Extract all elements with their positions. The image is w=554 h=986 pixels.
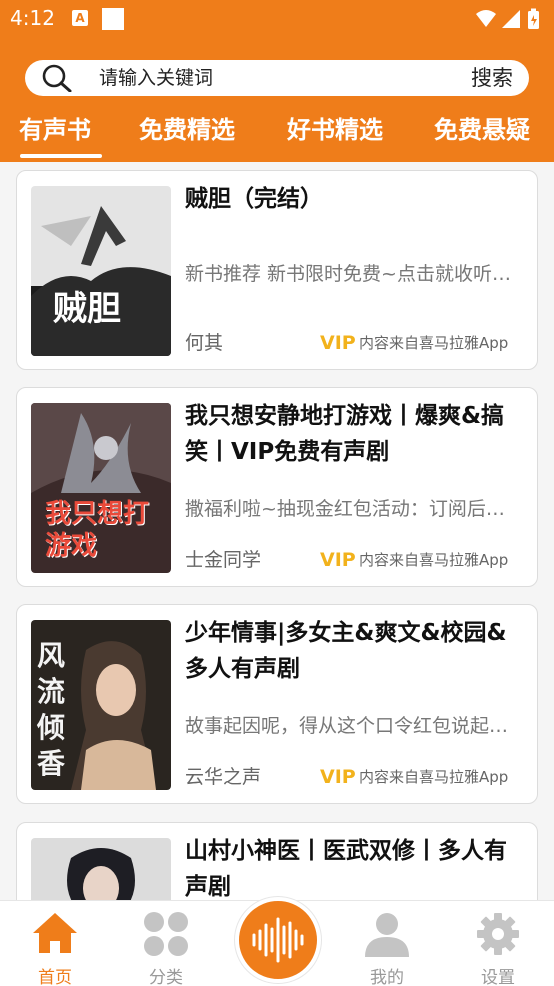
book-title: 山村小神医丨医武双修丨多人有声剧 — [185, 838, 507, 900]
vip-badge: VIP — [320, 766, 356, 788]
vip-badge: VIP — [320, 549, 356, 571]
book-description: 撒福利啦~抽现金红包活动：订阅后即可参与 — [185, 498, 515, 520]
search-bar[interactable]: 搜索 — [25, 60, 529, 96]
book-card[interactable]: 风流倾香 少年情事|多女主&爽文&校园&多人有声剧 故事起因呢，得从这个口令红包… — [16, 604, 538, 804]
status-bar: 4:12 A — [0, 0, 554, 40]
active-tab-indicator — [20, 154, 102, 158]
cover-title: 风流倾香 — [37, 639, 66, 780]
book-card[interactable]: 我只想打游戏 我只想安静地打游戏丨爆爽&搞笑丨VIP免费有声剧 撒福利啦~抽现金… — [16, 387, 538, 587]
content-source: 内容来自喜马拉雅App — [359, 551, 509, 569]
app-header: 4:12 A 搜索 有声书 免费精选 好书精选 免费悬疑 — [0, 0, 554, 162]
book-card[interactable]: 山村小神医丨医武双修丨多人有声剧 — [16, 822, 538, 900]
signal-icon — [502, 10, 520, 28]
book-author: 云华之声 — [185, 766, 262, 788]
book-cover: 我只想打游戏 — [31, 403, 171, 573]
status-time: 4:12 — [10, 6, 55, 30]
content-source: 内容来自喜马拉雅App — [359, 334, 509, 352]
book-title: 少年情事|多女主&爽文&校园&多人有声剧 — [185, 620, 507, 682]
content-source: 内容来自喜马拉雅App — [359, 768, 509, 786]
book-description: 新书推荐 新书限时免费~点击就收听，快来看看吧 — [185, 263, 515, 285]
vip-badge: VIP — [320, 332, 356, 354]
book-description: 故事起因呢，得从这个口令红包说起… — [185, 715, 509, 737]
book-title: 我只想安静地打游戏丨爆爽&搞笑丨VIP免费有声剧 — [185, 403, 505, 465]
notification-a-icon: A — [72, 10, 88, 26]
search-input[interactable] — [99, 63, 419, 93]
nav-category-label: 分类 — [149, 968, 183, 986]
tab-free-suspense[interactable]: 免费悬疑 — [434, 110, 530, 145]
book-list[interactable]: 贼胆 贼胆（完结） 新书推荐 新书限时免费~点击就收听，快来看看吧 何其 VIP… — [0, 162, 554, 900]
cover-title: 贼胆 — [53, 289, 121, 329]
book-cover: 贼胆 — [31, 186, 171, 356]
wifi-icon — [476, 10, 496, 27]
bottom-nav: 首页 分类 我的 设置 — [0, 897, 554, 986]
category-tabs: 有声书 免费精选 好书精选 免费悬疑 — [0, 104, 554, 162]
nav-settings[interactable]: 设置 — [448, 901, 548, 986]
notification-square-icon — [102, 8, 124, 30]
nav-home-label: 首页 — [38, 968, 72, 986]
nav-mine[interactable]: 我的 — [337, 901, 437, 986]
tab-good-books[interactable]: 好书精选 — [287, 110, 383, 145]
book-cover: 风流倾香 — [31, 620, 171, 790]
book-author: 士金同学 — [185, 549, 262, 571]
nav-mine-label: 我的 — [370, 968, 404, 986]
user-icon — [365, 913, 409, 957]
audio-wave-icon — [252, 917, 304, 963]
nav-settings-label: 设置 — [481, 968, 515, 986]
grid-icon — [144, 912, 188, 956]
book-card[interactable]: 贼胆 贼胆（完结） 新书推荐 新书限时免费~点击就收听，快来看看吧 何其 VIP… — [16, 170, 538, 370]
book-title: 贼胆（完结） — [185, 186, 323, 212]
nav-category[interactable]: 分类 — [116, 901, 216, 986]
player-button[interactable] — [235, 897, 321, 983]
search-icon — [42, 64, 72, 92]
gear-icon — [477, 913, 519, 955]
tab-free-picks[interactable]: 免费精选 — [139, 110, 235, 145]
status-icons — [476, 8, 539, 29]
book-author: 何其 — [185, 332, 224, 354]
search-button[interactable]: 搜索 — [471, 63, 513, 93]
nav-home[interactable]: 首页 — [5, 901, 105, 986]
cover-title: 我只想打游戏 — [45, 499, 150, 561]
home-icon — [33, 913, 77, 953]
book-cover — [31, 838, 171, 900]
tab-audiobook[interactable]: 有声书 — [19, 110, 91, 145]
